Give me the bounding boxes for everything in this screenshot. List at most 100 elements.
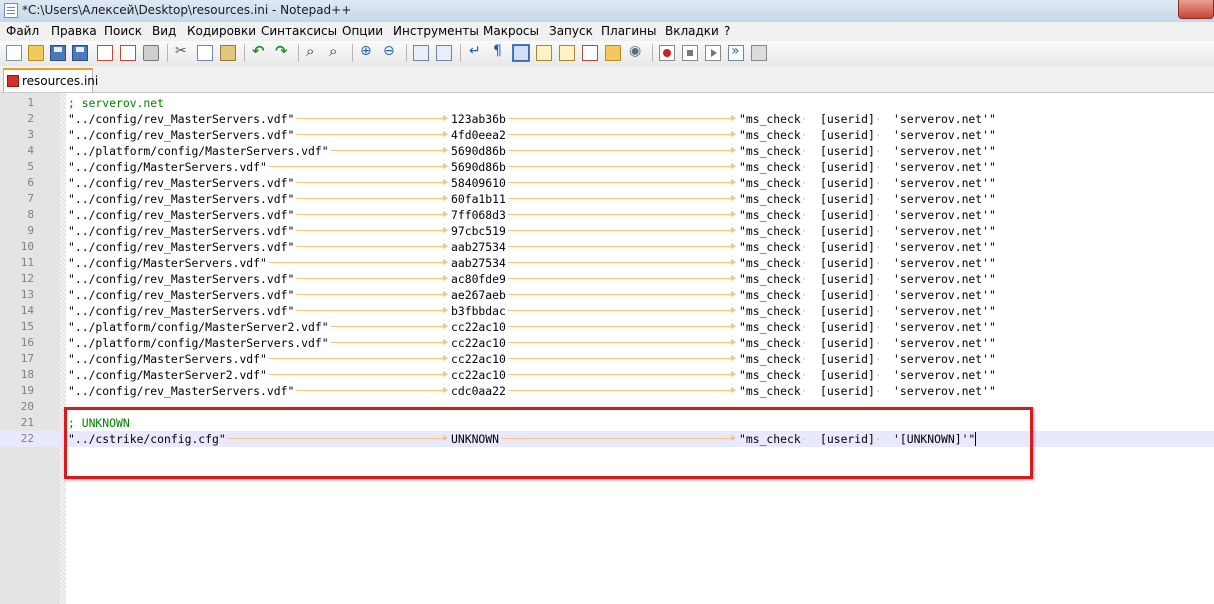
command-text: "ms_check [739,176,801,190]
user-language-icon[interactable] [536,45,552,61]
space-dot-marker: · [800,208,808,222]
editor-line: 10 "../config/rev_MasterServers.vdf" aab27… [0,239,1214,255]
save-macro-icon[interactable] [751,45,767,61]
word-wrap-icon[interactable] [467,43,483,61]
line-number: 18 [20,368,34,381]
menu-help[interactable]: ? [724,24,730,38]
monitoring-icon[interactable] [628,43,644,61]
line-number: 13 [20,288,34,301]
line-number: 22 [20,432,34,445]
userid-arg-text: [userid] [820,304,875,318]
command-text: "ms_check [739,256,801,270]
space-dot-marker: · [874,144,882,158]
new-file-icon[interactable] [6,45,22,61]
space-dot-marker: · [800,304,808,318]
space-dot-marker: · [874,288,882,302]
hash-text: 7ff068d3 [451,208,506,222]
userid-arg-text: [userid] [820,368,875,382]
menu-run[interactable]: Запуск [549,24,593,38]
editor-line: 4 "../platform/config/MasterServers.vdf" 5… [0,143,1214,159]
close-all-icon[interactable] [120,45,136,61]
space-dot-marker: · [800,160,808,174]
line-number: 4 [27,144,34,157]
hash-text: 97cbc519 [451,224,506,238]
copy-icon[interactable] [197,45,213,61]
menu-tools[interactable]: Инструменты [393,24,479,38]
editor-line: 17 "../config/MasterServers.vdf" cc22ac10 "… [0,351,1214,367]
server-arg-text: 'serverov.net'" [893,240,996,254]
notepad-app-icon[interactable] [4,3,18,18]
space-dot-marker: · [800,144,808,158]
userid-arg-text: [userid] [820,208,875,222]
tab-arrow-marker [296,227,448,233]
command-text: "ms_check [739,208,801,222]
redo-icon[interactable] [274,42,290,61]
playback-macro-icon[interactable] [705,45,721,61]
function-list-icon[interactable] [582,45,598,61]
tab-arrow-marker [330,323,449,329]
menu-search[interactable]: Поиск [104,24,142,38]
line-number: 5 [27,160,34,173]
window-title: *C:\Users\Алексей\Desktop\resources.ini … [22,3,352,17]
stop-recording-icon[interactable] [682,45,698,61]
space-dot-marker: · [800,112,808,126]
window-close-button[interactable] [1178,0,1214,19]
file-path-text: "../config/MasterServers.vdf" [68,352,267,366]
undo-icon[interactable] [251,42,267,61]
space-dot-marker: · [874,176,882,190]
space-dot-marker: · [874,208,882,222]
sync-horizontal-icon[interactable] [436,45,452,61]
hash-text: aab27534 [451,256,506,270]
file-path-text: "../config/rev_MasterServers.vdf" [68,288,295,302]
space-dot-marker: · [800,336,808,350]
file-path-text: "../config/rev_MasterServers.vdf" [68,208,295,222]
print-icon[interactable] [143,45,159,61]
menu-settings[interactable]: Опции [342,24,383,38]
save-icon[interactable] [50,45,66,61]
replace-icon[interactable] [328,42,344,61]
cut-icon[interactable] [174,43,190,61]
toolbar-separator [460,44,461,62]
menu-language[interactable]: Синтаксисы [261,24,337,38]
menu-file[interactable]: Файл [6,24,39,38]
userid-arg-text: [userid] [820,240,875,254]
tab-arrow-marker [296,243,448,249]
paste-icon[interactable] [220,45,236,61]
menu-view[interactable]: Вид [152,24,176,38]
sync-vertical-icon[interactable] [413,45,429,61]
run-macro-multiple-icon[interactable] [728,43,744,61]
folder-workspace-icon[interactable] [605,45,621,61]
tab-resources-ini[interactable]: resources.ini [3,68,98,92]
file-path-text: "../platform/config/MasterServer2.vdf" [68,320,329,334]
tab-arrow-marker [507,275,737,281]
comment-text: ; serverov.net [68,96,165,110]
indent-guide-icon[interactable] [512,44,530,62]
show-all-chars-icon[interactable] [490,43,506,61]
editor-line: 6 "../config/rev_MasterServers.vdf" 584096… [0,175,1214,191]
menu-window[interactable]: Вкладки [665,24,719,38]
server-arg-text: 'serverov.net'" [893,288,996,302]
tab-arrow-marker [296,131,448,137]
close-file-icon[interactable] [97,45,113,61]
file-path-text: "../config/rev_MasterServers.vdf" [68,176,295,190]
menu-encoding[interactable]: Кодировки [187,24,256,38]
find-icon[interactable] [305,42,321,61]
text-editor[interactable]: 1 ; serverov.net 2 "../config/rev_MasterSer… [0,93,1214,604]
hash-text: 123ab36b [451,112,506,126]
editor-line: 16 "../platform/config/MasterServers.vdf"… [0,335,1214,351]
menu-plugins[interactable]: Плагины [601,24,656,38]
record-macro-icon[interactable] [659,45,675,61]
zoom-out-icon[interactable] [382,43,398,61]
save-all-icon[interactable] [72,45,88,61]
menu-macro[interactable]: Макросы [483,24,539,38]
editor-line: 8 "../config/rev_MasterServers.vdf" 7ff068… [0,207,1214,223]
document-map-icon[interactable] [559,45,575,61]
server-arg-text: 'serverov.net'" [893,352,996,366]
menu-edit[interactable]: Правка [51,24,97,38]
open-file-icon[interactable] [28,45,44,61]
zoom-in-icon[interactable] [359,43,375,61]
command-text: "ms_check [739,144,801,158]
hash-text: 5690d86b [451,160,506,174]
command-text: "ms_check [739,368,801,382]
space-dot-marker: · [800,384,808,398]
